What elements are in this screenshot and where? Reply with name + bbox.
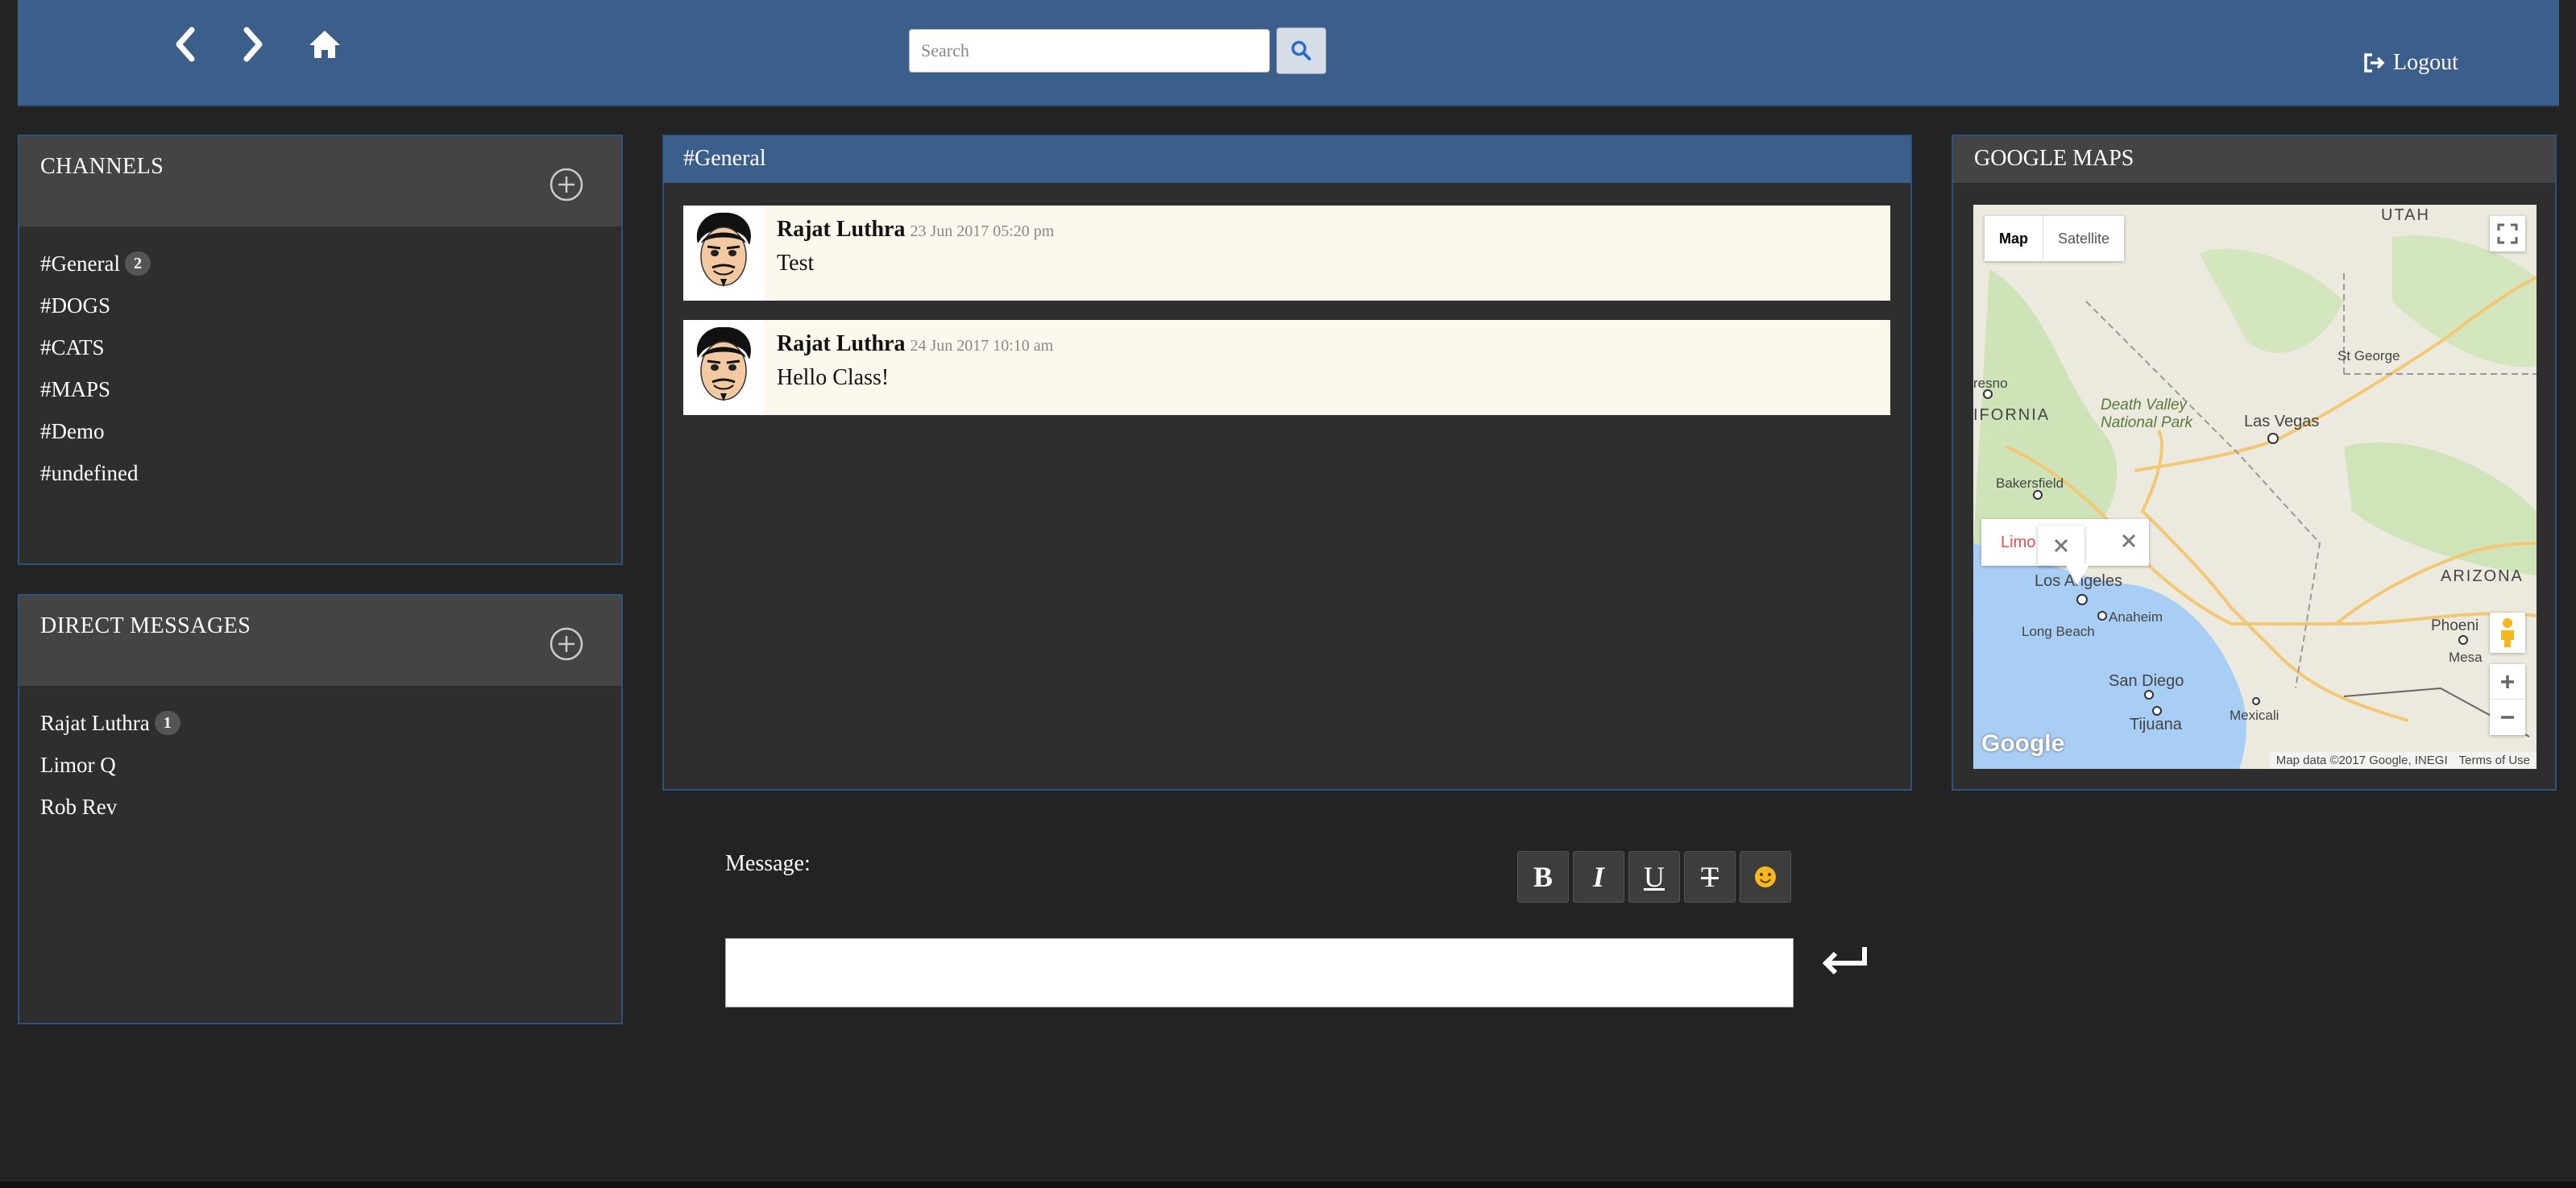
direct-message-list: Rajat Luthra 1 Limor Q Rob Rev [19,686,621,844]
pegman-icon [2501,618,2514,647]
channel-item-undefined[interactable]: #undefined [40,452,600,494]
map-label-anaheim: Anaheim [2109,609,2163,625]
message: Rajat Luthra 24 Jun 2017 10:10 am Hello C… [683,320,1890,415]
avatar [683,206,764,301]
map-label-san-diego: San Diego [2109,672,2184,690]
map-label-phoenix: Phoeni [2431,617,2479,634]
terms-of-use-link[interactable]: Terms of Use [2459,754,2530,767]
bottom-scrollbar[interactable] [0,1182,2576,1188]
map-label-utah: UTAH [2381,206,2430,224]
channel-item-dogs[interactable]: #DOGS [40,285,600,326]
map-info-text: Limo [2001,533,2036,551]
channel-list: #General 2 #DOGS #CATS #MAPS #Demo #undef… [19,226,621,510]
map-type-control: Map Satellite [1985,216,2125,261]
message-author: Rajat Luthra [777,331,906,356]
channel-item-general[interactable]: #General 2 [40,243,600,285]
map-label-mesa: Mesa [2449,650,2483,665]
chevron-right-icon [243,27,263,62]
message-input[interactable] [725,938,1794,1007]
plus-icon [2501,675,2514,688]
avatar [683,320,764,415]
message-label: Message: [725,851,811,876]
underline-button[interactable]: U [1628,851,1680,903]
map-type-satellite-button[interactable]: Satellite [2043,216,2124,261]
fullscreen-icon [2497,223,2518,244]
channels-header: CHANNELS [19,136,621,226]
direct-messages-header: DIRECT MESSAGES [19,596,621,686]
home-button[interactable] [303,23,346,66]
map-label-las-vegas: Las Vegas [2244,413,2320,430]
chevron-left-icon [176,27,195,62]
chat-panel: #General Rajat Luthra 23 Jun 2017 05:20 p… [662,135,1912,791]
channels-title: CHANNELS [40,154,164,179]
map-info-window-secondary [2038,525,2084,566]
dm-item-rob-rev[interactable]: Rob Rev [40,786,600,828]
map-label-st-george: St George [2337,348,2400,363]
add-direct-message-button[interactable] [549,626,584,662]
chat-header: #General [664,136,1910,183]
google-maps-header: GOOGLE MAPS [1953,136,2555,183]
message: Rajat Luthra 23 Jun 2017 05:20 pm Test [683,206,1890,301]
bold-button[interactable]: B [1517,851,1569,903]
search-input[interactable] [909,29,1270,73]
map-label-long-beach: Long Beach [2022,624,2095,639]
user-avatar-icon [696,212,751,287]
emoji-button[interactable] [1740,851,1791,903]
map-label-california: IFORNIA [1973,406,2051,424]
unread-badge: 1 [154,711,180,735]
home-icon [309,31,340,58]
message-timestamp: 23 Jun 2017 05:20 pm [910,222,1055,240]
map-label-death-valley: Death Valley National Park [2101,397,2193,431]
map-label-bakersfield: Bakersfield [1996,476,2064,491]
close-icon[interactable] [2052,537,2070,555]
message-author: Rajat Luthra [777,217,906,242]
street-view-button[interactable] [2490,613,2525,653]
send-button[interactable] [1815,937,1876,985]
map-label-mexicali: Mexicali [2230,708,2279,723]
unread-badge: 2 [124,251,151,276]
enter-arrow-icon [1822,947,1867,975]
back-button[interactable] [163,23,206,66]
minus-icon [2501,716,2514,719]
dm-item-limor-q[interactable]: Limor Q [40,744,600,786]
logout-icon [2364,53,2385,73]
channel-item-cats[interactable]: #CATS [40,326,600,368]
channel-item-demo[interactable]: #Demo [40,410,600,452]
direct-messages-panel: DIRECT MESSAGES Rajat Luthra 1 Limor Q Ro… [18,594,623,1024]
strikethrough-button[interactable]: T [1684,851,1736,903]
chat-channel-title: #General [683,146,766,171]
add-channel-button[interactable] [549,167,584,202]
logout-label: Logout [2393,50,2458,75]
zoom-control [2490,664,2525,735]
emoji-icon [1755,866,1776,887]
map-label-fresno: resno [1973,376,2008,391]
close-icon[interactable] [2120,532,2138,550]
map-label-arizona: ARIZONA [2441,567,2524,585]
search-icon [1291,40,1311,60]
map-attribution: Map data ©2017 Google, INEGI Terms of Us… [2269,752,2537,769]
map-view[interactable]: UTAH St George resno IFORNIA Death Valle… [1973,205,2537,769]
map-type-map-button[interactable]: Map [1985,216,2043,261]
message-timestamp: 24 Jun 2017 10:10 am [910,337,1054,355]
fullscreen-button[interactable] [2490,216,2525,251]
channels-panel: CHANNELS #General 2 #DOGS #CATS #MAPS #De… [18,135,623,565]
zoom-in-button[interactable] [2490,664,2525,700]
direct-messages-title: DIRECT MESSAGES [40,613,251,638]
google-logo: Google [1981,730,2065,757]
forward-button[interactable] [232,23,276,66]
top-bar: Logout [18,0,2559,106]
map-attribution-text: Map data ©2017 Google, INEGI [2275,754,2448,767]
map-label-tijuana: Tijuana [2130,716,2182,733]
search-button[interactable] [1276,27,1326,74]
dm-item-rajat-luthra[interactable]: Rajat Luthra 1 [40,702,600,744]
message-text: Hello Class! [777,365,890,390]
logout-button[interactable]: Logout [2362,50,2458,76]
google-maps-title: GOOGLE MAPS [1974,146,2134,171]
zoom-out-button[interactable] [2490,700,2525,735]
channel-item-maps[interactable]: #MAPS [40,368,600,410]
user-avatar-icon [696,326,751,401]
map-marker-icon [2065,564,2089,585]
italic-button[interactable]: I [1573,851,1624,903]
message-text: Test [777,251,815,276]
